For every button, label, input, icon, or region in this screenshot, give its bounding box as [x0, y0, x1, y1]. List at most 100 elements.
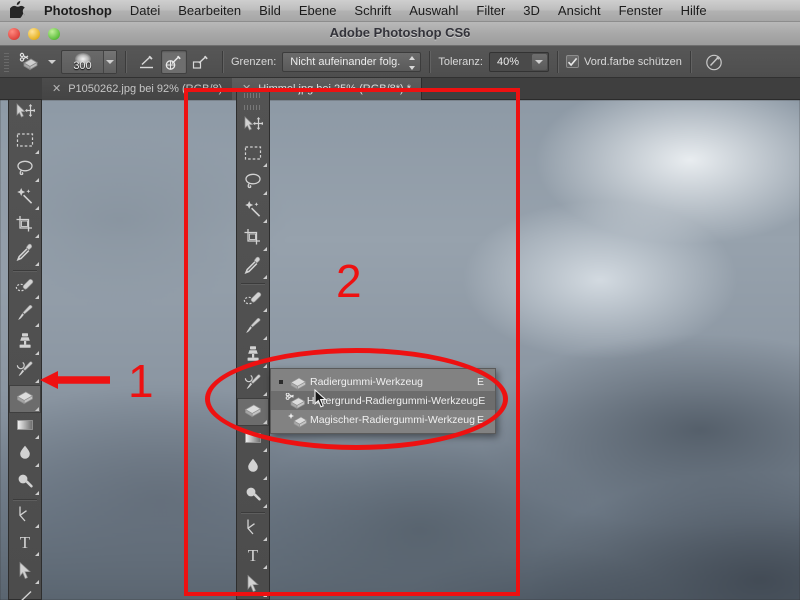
tool-preset-chevron-down-icon[interactable]	[45, 50, 59, 74]
apple-logo-icon[interactable]	[7, 1, 26, 20]
flyout-item-magic-eraser[interactable]: Magischer-Radiergummi-Werkzeug E	[271, 410, 495, 429]
tool-flyout-triangle-icon[interactable]	[259, 191, 267, 195]
magic-wand-tool[interactable]	[9, 184, 41, 212]
document-tab-1[interactable]: ✕ P1050262.jpg bei 92% (RGB/8)	[42, 78, 234, 100]
tool-flyout-triangle-icon[interactable]	[31, 351, 39, 355]
tool-flyout-triangle-icon[interactable]	[31, 407, 39, 411]
tool-flyout-triangle-icon[interactable]	[259, 565, 267, 569]
tool-flyout-triangle-icon[interactable]	[31, 262, 39, 266]
brush-chevron-down-icon[interactable]	[103, 50, 116, 73]
macmenu-hilfe[interactable]: Hilfe	[672, 0, 716, 22]
blur-tool[interactable]	[9, 441, 41, 469]
tool-flyout-triangle-icon[interactable]	[31, 150, 39, 154]
eyedropper-tool[interactable]	[9, 240, 41, 268]
tool-flyout-triangle-icon[interactable]	[259, 247, 267, 251]
type-tool[interactable]: T	[9, 530, 41, 558]
dodge-tool[interactable]	[9, 469, 41, 497]
macmenu-bild[interactable]: Bild	[250, 0, 290, 22]
macmenu-3d[interactable]: 3D	[514, 0, 549, 22]
lasso-tool[interactable]	[9, 156, 41, 184]
tool-flyout-triangle-icon[interactable]	[31, 178, 39, 182]
macmenu-photoshop[interactable]: Photoshop	[35, 0, 121, 22]
eraser-tool[interactable]	[9, 385, 41, 413]
spot-healing-brush-tool[interactable]	[237, 286, 269, 314]
tool-flyout-triangle-icon[interactable]	[31, 206, 39, 210]
tool-flyout-triangle-icon[interactable]	[259, 275, 267, 279]
history-brush-tool[interactable]	[9, 357, 41, 385]
rectangular-marquee-tool[interactable]	[9, 128, 41, 156]
close-tab-icon[interactable]: ✕	[52, 83, 61, 95]
type-tool[interactable]: T	[237, 543, 269, 571]
tolerance-input[interactable]: 40%	[488, 51, 549, 72]
path-selection-tool[interactable]	[9, 558, 41, 586]
tool-flyout-triangle-icon[interactable]	[259, 537, 267, 541]
tool-flyout-triangle-icon[interactable]	[259, 364, 267, 368]
tool-flyout-triangle-icon[interactable]	[259, 163, 267, 167]
tool-flyout-triangle-icon[interactable]	[259, 392, 267, 396]
canvas-area[interactable]	[0, 100, 800, 600]
panel-grip-icon[interactable]	[237, 89, 269, 101]
tool-flyout-triangle-icon[interactable]	[259, 219, 267, 223]
move-tool[interactable]	[237, 113, 269, 141]
eyedropper-background-swatch-icon[interactable]	[188, 50, 214, 74]
pen-tool[interactable]	[237, 515, 269, 543]
protect-foreground-checkbox[interactable]: Vord.farbe schützen	[565, 55, 682, 68]
tool-flyout-triangle-icon[interactable]	[31, 463, 39, 467]
tool-flyout-triangle-icon[interactable]	[259, 336, 267, 340]
eyedropper-tool[interactable]	[237, 253, 269, 281]
tool-flyout-triangle-icon[interactable]	[31, 234, 39, 238]
macmenu-ebene[interactable]: Ebene	[290, 0, 346, 22]
tool-flyout-triangle-icon[interactable]	[259, 420, 267, 424]
tool-flyout-triangle-icon[interactable]	[31, 552, 39, 556]
macmenu-bearbeiten[interactable]: Bearbeiten	[169, 0, 250, 22]
lasso-tool[interactable]	[237, 169, 269, 197]
blur-tool[interactable]	[237, 454, 269, 482]
flyout-item-eraser[interactable]: Radiergummi-Werkzeug E	[271, 372, 495, 391]
tool-flyout-triangle-icon[interactable]	[259, 476, 267, 480]
crop-tool[interactable]	[9, 212, 41, 240]
tool-flyout-triangle-icon[interactable]	[31, 524, 39, 528]
macmenu-schrift[interactable]: Schrift	[345, 0, 400, 22]
macmenu-auswahl[interactable]: Auswahl	[400, 0, 467, 22]
limits-select[interactable]: Nicht aufeinander folg.	[282, 51, 422, 72]
tool-flyout-triangle-icon[interactable]	[31, 295, 39, 299]
brush-panel-toggle-icon[interactable]	[699, 50, 729, 74]
eyedropper-continuous-icon[interactable]	[134, 50, 160, 74]
tool-flyout-triangle-icon[interactable]	[259, 593, 267, 597]
tool-flyout-triangle-icon[interactable]	[31, 379, 39, 383]
tool-flyout-triangle-icon[interactable]	[259, 448, 267, 452]
flyout-item-background-eraser[interactable]: Hintergrund-Radiergummi-Werkzeug E	[271, 391, 495, 410]
path-selection-tool[interactable]	[237, 571, 269, 599]
rectangular-marquee-tool[interactable]	[237, 141, 269, 169]
magic-wand-tool[interactable]	[237, 197, 269, 225]
gradient-tool[interactable]	[237, 426, 269, 454]
tool-flyout-triangle-icon[interactable]	[31, 435, 39, 439]
gradient-tool[interactable]	[9, 413, 41, 441]
spot-healing-brush-tool[interactable]	[9, 273, 41, 301]
tolerance-chevron-down-icon[interactable]	[531, 53, 547, 70]
drag-grip-icon[interactable]	[2, 50, 11, 73]
macmenu-ansicht[interactable]: Ansicht	[549, 0, 610, 22]
tool-flyout-triangle-icon[interactable]	[259, 504, 267, 508]
clone-stamp-tool[interactable]	[9, 329, 41, 357]
eraser-tool[interactable]	[237, 398, 269, 426]
pen-tool[interactable]	[9, 502, 41, 530]
tool-flyout-triangle-icon[interactable]	[31, 323, 39, 327]
history-brush-tool[interactable]	[237, 370, 269, 398]
brush-tool[interactable]	[9, 301, 41, 329]
macmenu-datei[interactable]: Datei	[121, 0, 169, 22]
dodge-tool[interactable]	[237, 482, 269, 510]
tool-flyout-triangle-icon[interactable]	[31, 491, 39, 495]
tool-flyout-triangle-icon[interactable]	[31, 580, 39, 584]
brush-preset-picker[interactable]: 300	[61, 49, 117, 74]
line-shape-tool[interactable]	[9, 586, 41, 600]
brush-tool[interactable]	[237, 314, 269, 342]
macmenu-fenster[interactable]: Fenster	[610, 0, 672, 22]
move-tool[interactable]	[9, 100, 41, 128]
macmenu-filter[interactable]: Filter	[467, 0, 514, 22]
eyedropper-once-icon[interactable]	[161, 49, 187, 74]
tool-flyout-triangle-icon[interactable]	[259, 308, 267, 312]
clone-stamp-tool[interactable]	[237, 342, 269, 370]
crop-tool[interactable]	[237, 225, 269, 253]
panel-grip-icon[interactable]	[237, 101, 269, 113]
